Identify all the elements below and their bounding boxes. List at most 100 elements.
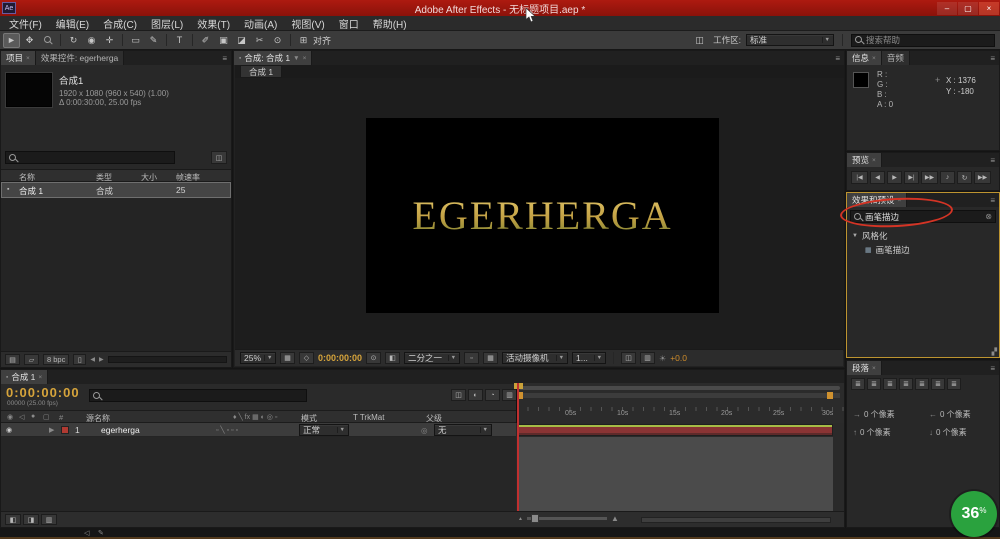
tab-composition[interactable]: ▪ 合成: 合成 1 ▼ × bbox=[234, 51, 313, 65]
graph-editor-icon[interactable]: ▥ bbox=[502, 389, 517, 401]
new-folder-icon[interactable]: ▱ bbox=[24, 354, 39, 365]
layer-expander-icon[interactable]: ▶ bbox=[49, 426, 54, 434]
space-after-field[interactable]: ↓ 0 个像素 bbox=[929, 427, 967, 438]
layer-video-toggle[interactable]: ◉ bbox=[6, 426, 12, 434]
time-navigator-bar[interactable] bbox=[519, 386, 840, 390]
zoom-in-mountain-icon[interactable]: ▲ bbox=[611, 514, 619, 523]
zoom-slider-track[interactable] bbox=[526, 514, 607, 523]
justify-last-right-icon[interactable]: ≣ bbox=[931, 378, 945, 390]
composition-canvas[interactable]: EGERHERGA bbox=[366, 118, 719, 313]
project-search-input[interactable] bbox=[20, 152, 171, 163]
close-icon[interactable]: × bbox=[26, 55, 30, 62]
indent-left-field[interactable]: → 0 个像素 bbox=[853, 409, 895, 420]
menu-help[interactable]: 帮助(H) bbox=[366, 16, 414, 31]
mini-flowchart-icon[interactable]: ◫ bbox=[621, 352, 637, 364]
menu-view[interactable]: 视图(V) bbox=[284, 16, 331, 31]
selection-tool[interactable]: ► bbox=[3, 32, 20, 48]
grid-guides-icon[interactable]: ▦ bbox=[280, 352, 295, 364]
close-icon[interactable]: × bbox=[872, 365, 876, 372]
project-filter-icon[interactable]: ◫ bbox=[211, 151, 227, 164]
text-tool[interactable]: T bbox=[171, 33, 188, 48]
eraser-tool[interactable]: ◪ bbox=[233, 33, 250, 48]
resolution-select[interactable]: 二分之一 ▼ bbox=[404, 352, 461, 364]
menu-effect[interactable]: 效果(T) bbox=[190, 16, 237, 31]
layer-row[interactable]: ◉ ▶ 1 egerherga ▫ ╲ ▫ ▫ ▫ 正常 ▼ ◎ 无 ▼ bbox=[1, 423, 516, 437]
timeline-timecode[interactable]: 0:00:00:00 bbox=[6, 385, 80, 400]
zoom-slider-handle[interactable] bbox=[530, 514, 539, 523]
motion-blur-icon[interactable]: ◐ bbox=[468, 389, 483, 401]
layer-name[interactable]: egerherga bbox=[101, 425, 140, 435]
snapshot-icon[interactable]: ⊙ bbox=[366, 352, 382, 364]
channels-icon[interactable]: ◧ bbox=[385, 352, 401, 364]
current-time-indicator[interactable] bbox=[517, 383, 519, 513]
viewer-tab[interactable]: 合成 1 bbox=[240, 65, 283, 78]
view-layout-select[interactable]: 1... ▼ bbox=[572, 352, 607, 364]
clone-stamp-tool[interactable]: ▣ bbox=[215, 33, 232, 48]
brush-tool[interactable]: ✐ bbox=[197, 33, 214, 48]
column-trkmat[interactable]: T TrkMat bbox=[353, 413, 384, 422]
shape-tool[interactable]: ▭ bbox=[127, 33, 144, 48]
work-area-end-handle[interactable] bbox=[827, 392, 833, 399]
panel-menu-icon[interactable]: ≡ bbox=[831, 51, 844, 65]
layer-mode-select[interactable]: 正常 ▼ bbox=[299, 424, 349, 436]
trash-icon[interactable]: ▯ bbox=[73, 354, 87, 365]
panel-menu-icon[interactable]: ≡ bbox=[986, 193, 999, 207]
roto-brush-tool[interactable]: ✂ bbox=[251, 33, 268, 48]
tab-effects-presets[interactable]: 效果和预设 × bbox=[847, 193, 908, 207]
region-of-interest-icon[interactable]: ▫ bbox=[464, 352, 480, 364]
interpret-footage-icon[interactable]: ▤ bbox=[5, 354, 20, 365]
bit-depth-button[interactable]: 8 bpc bbox=[43, 354, 70, 365]
align-right-icon[interactable]: ≣ bbox=[883, 378, 897, 390]
tab-audio[interactable]: 音频 bbox=[881, 51, 910, 65]
column-name[interactable]: 名称 bbox=[19, 172, 35, 183]
transparency-grid-icon[interactable]: ▦ bbox=[483, 352, 499, 364]
loop-button[interactable]: ↻ bbox=[957, 171, 972, 184]
effect-item-row[interactable]: ▦ 画笔描边 bbox=[865, 244, 910, 256]
pan-behind-tool[interactable]: ✛ bbox=[101, 33, 118, 48]
first-frame-button[interactable]: |◀ bbox=[851, 171, 868, 184]
chevron-down-icon[interactable]: ▼ bbox=[293, 55, 299, 62]
audio-toggle-button[interactable]: ♪ bbox=[940, 171, 955, 184]
minimize-button[interactable]: – bbox=[937, 1, 957, 15]
menu-animation[interactable]: 动画(A) bbox=[237, 16, 284, 31]
time-ruler[interactable]: 05s 10s 15s 20s 25s 30s bbox=[516, 383, 844, 423]
exposure-icon[interactable]: ☀ bbox=[659, 354, 666, 363]
effects-search-input[interactable] bbox=[865, 211, 983, 222]
space-after-value[interactable]: 0 个像素 bbox=[936, 427, 967, 438]
next-frame-button[interactable]: ▶| bbox=[904, 171, 919, 184]
zoom-tool[interactable] bbox=[39, 33, 56, 48]
tab-preview[interactable]: 预览 × bbox=[847, 153, 882, 167]
frame-blend-icon[interactable]: ◔ bbox=[485, 389, 500, 401]
expand-inout-icon[interactable]: ▥ bbox=[41, 514, 57, 525]
close-icon[interactable]: × bbox=[898, 197, 902, 204]
camera-tool[interactable]: ◉ bbox=[83, 33, 100, 48]
layer-parent-select[interactable]: 无 ▼ bbox=[434, 424, 492, 436]
space-before-field[interactable]: ↑ 0 个像素 bbox=[853, 427, 891, 438]
comp-thumbnail[interactable] bbox=[5, 72, 53, 108]
close-icon[interactable]: × bbox=[872, 55, 876, 62]
column-type[interactable]: 类型 bbox=[96, 172, 112, 183]
comp-timecode[interactable]: 0:00:00:00 bbox=[318, 353, 362, 363]
panel-menu-icon[interactable]: ≡ bbox=[986, 361, 999, 375]
tab-timeline-comp1[interactable]: ▪ 合成 1 × bbox=[1, 370, 49, 384]
menu-composition[interactable]: 合成(C) bbox=[96, 16, 144, 31]
layer-color-swatch[interactable] bbox=[61, 426, 69, 434]
mini-flowchart-icon[interactable]: ◫ bbox=[451, 389, 466, 401]
tab-info[interactable]: 信息 × bbox=[847, 51, 882, 65]
close-icon[interactable]: × bbox=[303, 55, 307, 62]
fast-preview-icon[interactable]: ▥ bbox=[640, 352, 656, 364]
tab-paragraph[interactable]: 段落 × bbox=[847, 361, 882, 375]
horizontal-scrollbar[interactable] bbox=[107, 356, 227, 363]
expand-transfer-controls-icon[interactable]: ◨ bbox=[23, 514, 39, 525]
space-before-value[interactable]: 0 个像素 bbox=[860, 427, 891, 438]
parent-pickwhip-icon[interactable]: ◎ bbox=[421, 426, 428, 435]
maximize-button[interactable]: ▢ bbox=[958, 1, 978, 15]
ram-preview-button[interactable]: ▶▶ bbox=[974, 171, 991, 184]
indent-right-value[interactable]: 0 个像素 bbox=[940, 409, 971, 420]
close-icon[interactable]: × bbox=[872, 157, 876, 164]
resize-grip-icon[interactable]: ▞ bbox=[992, 348, 997, 356]
clear-search-icon[interactable]: ⊗ bbox=[985, 212, 992, 221]
panel-menu-icon[interactable]: ≡ bbox=[218, 51, 231, 65]
scroll-right-icon[interactable]: ▶ bbox=[99, 356, 104, 363]
hand-tool[interactable]: ✥ bbox=[21, 33, 38, 48]
